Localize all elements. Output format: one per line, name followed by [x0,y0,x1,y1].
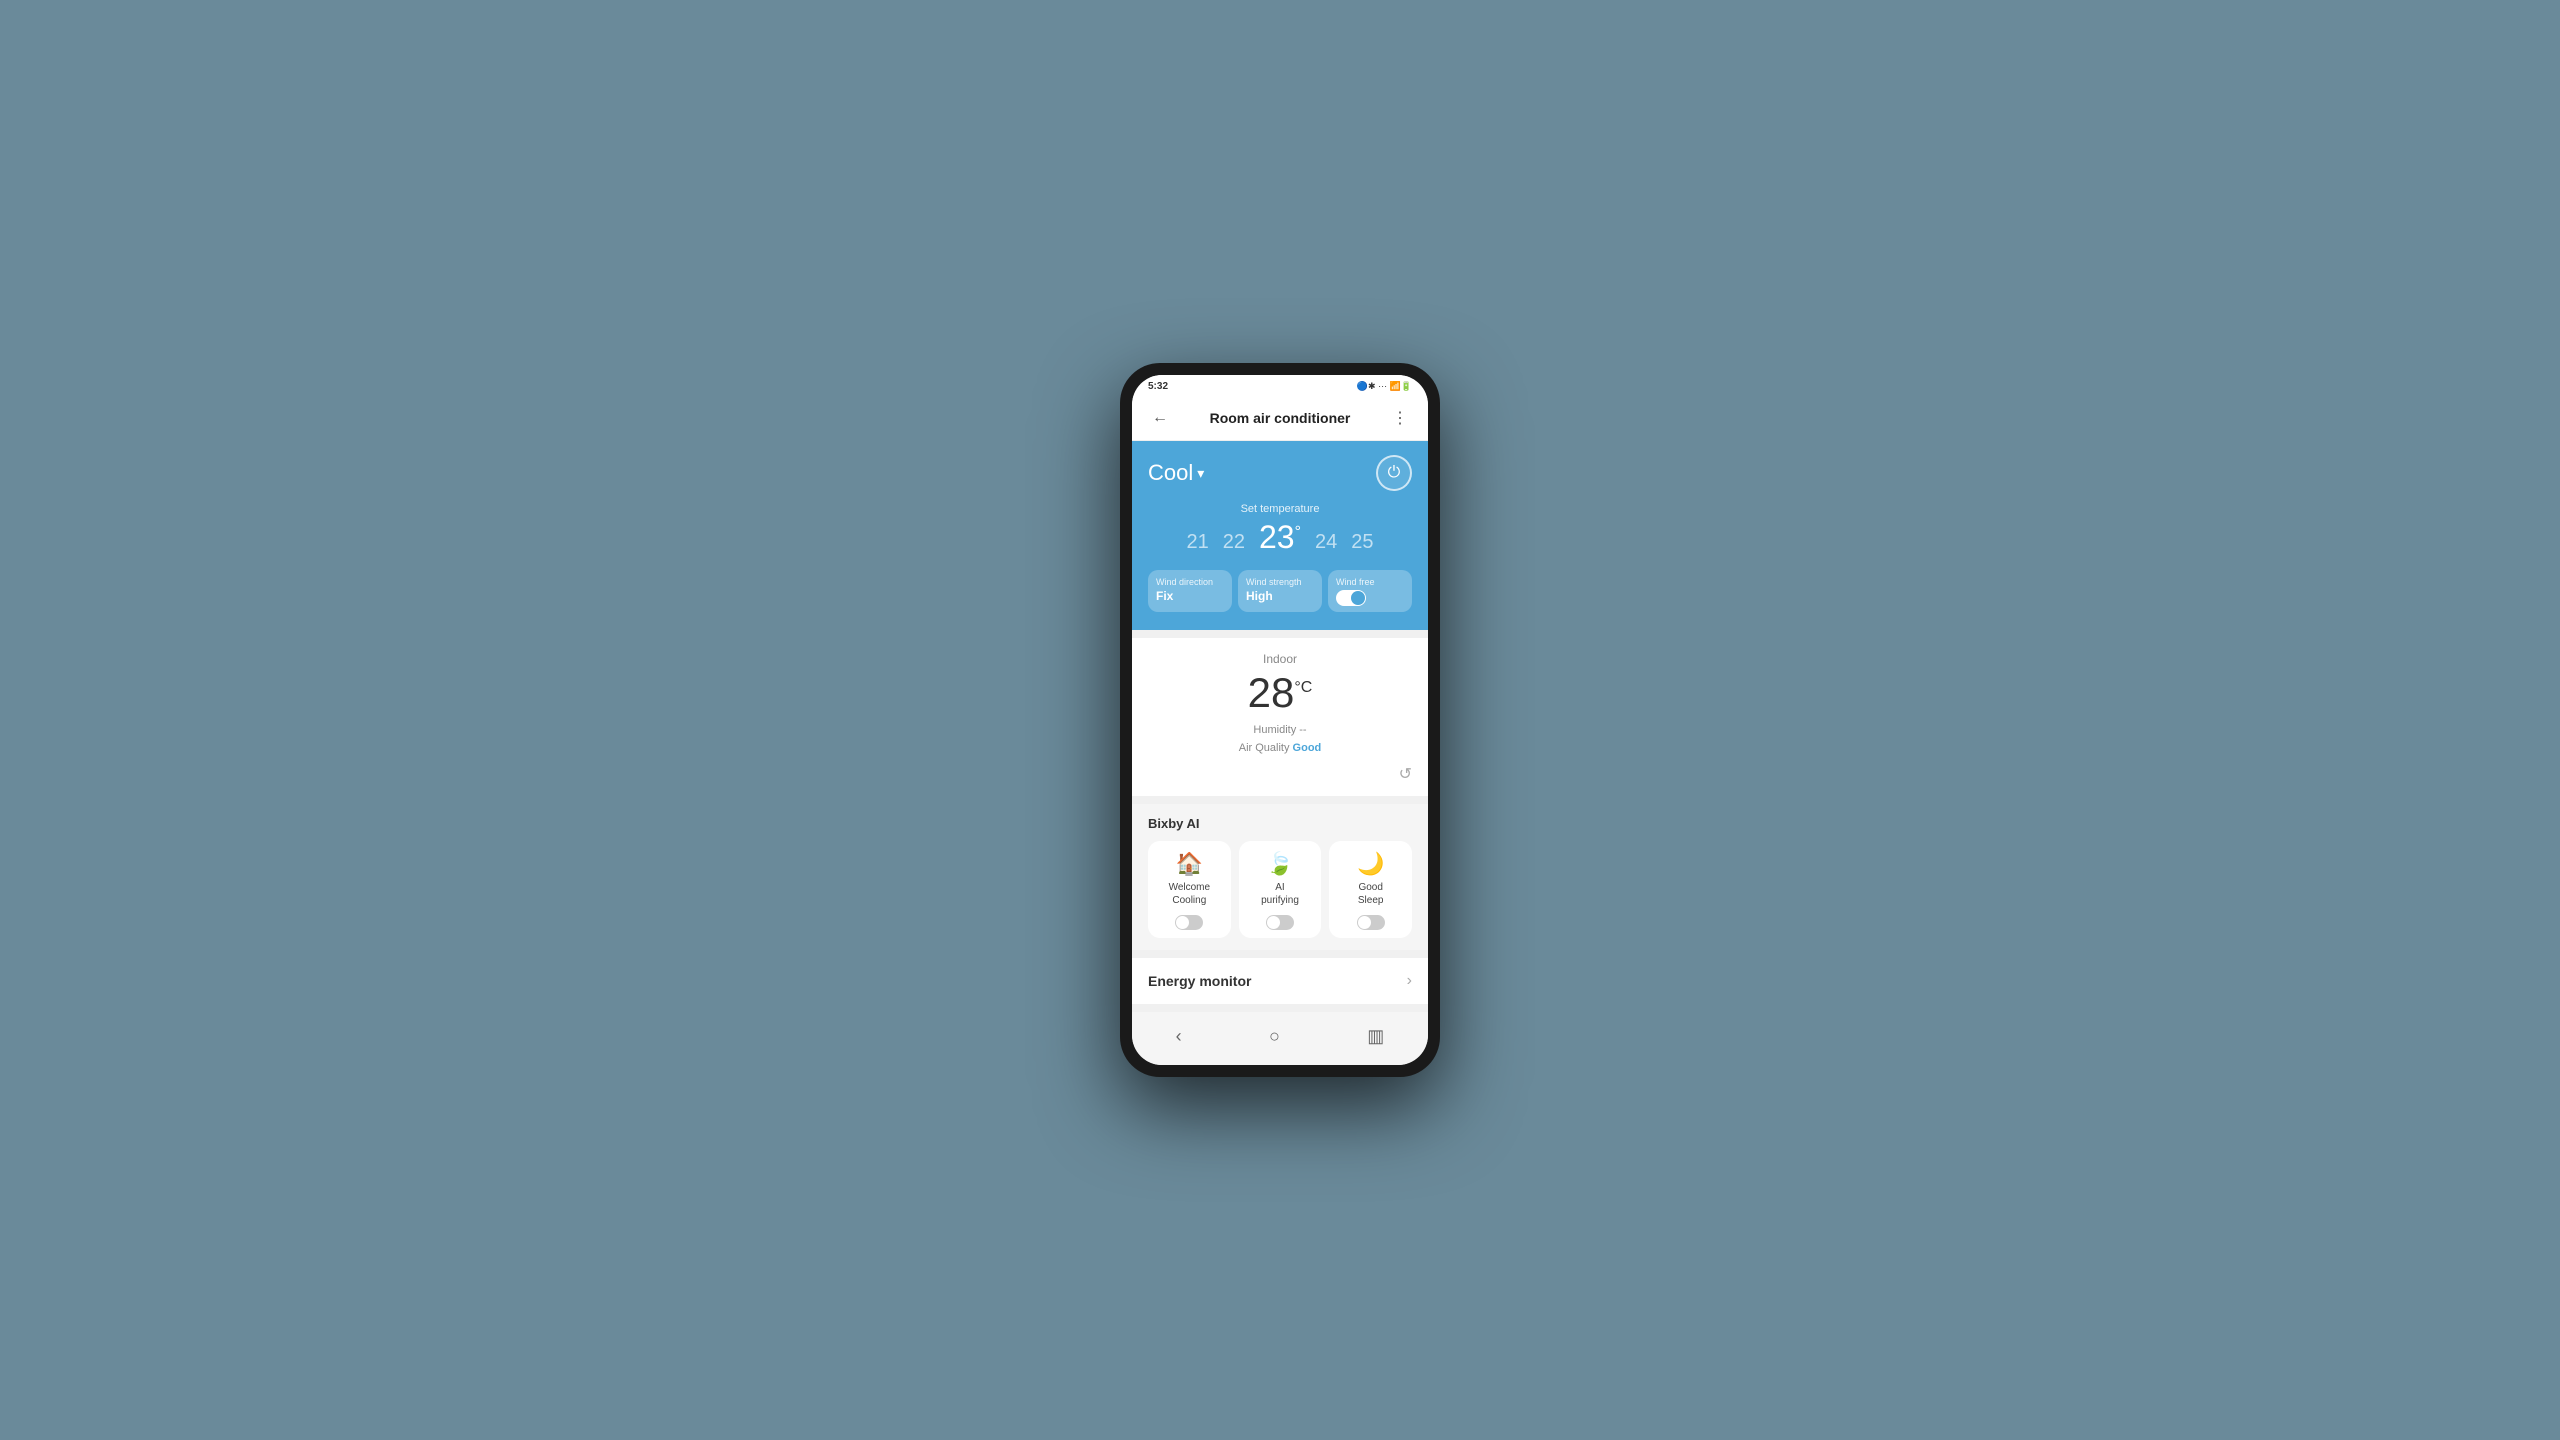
refresh-icon: ↺ [1399,764,1412,784]
bixby-ai-purifying-card[interactable]: 🍃 AIpurifying [1239,841,1322,938]
good-sleep-icon: 🌙 [1357,851,1384,877]
air-quality-value: Good [1293,742,1322,754]
status-icons: 🔵✱ ··· 📶🔋 [1357,381,1412,392]
temp-21[interactable]: 21 [1187,531,1209,554]
good-sleep-toggle[interactable] [1357,915,1385,930]
wind-strength-value: High [1246,589,1314,603]
wind-strength-card[interactable]: Wind strength High [1238,570,1322,612]
refresh-button[interactable]: ↺ [1148,764,1412,784]
ai-purifying-label: AIpurifying [1261,881,1299,907]
energy-monitor-label: Energy monitor [1148,973,1251,989]
nav-home-button[interactable]: ○ [1259,1022,1290,1051]
ai-purifying-icon: 🍃 [1266,851,1293,877]
mode-selector[interactable]: Cool ▾ [1148,460,1204,486]
more-icon: ⋮ [1392,408,1408,428]
temp-25[interactable]: 25 [1351,531,1373,554]
ai-purifying-toggle[interactable] [1266,915,1294,930]
nav-back-button[interactable]: ‹ [1166,1022,1192,1051]
power-icon: ⏻ [1388,464,1401,482]
status-time: 5:32 [1148,381,1168,392]
energy-monitor-section[interactable]: Energy monitor › [1132,958,1428,1004]
mode-dropdown-icon: ▾ [1197,465,1204,482]
temperature-section: Set temperature 21 22 23° 24 25 [1148,503,1412,556]
indoor-temp: 28°C [1148,672,1412,714]
wind-direction-card[interactable]: Wind direction Fix [1148,570,1232,612]
good-sleep-label: GoodSleep [1358,881,1384,907]
indoor-temp-value: 28 [1248,669,1295,716]
bixby-section: Bixby AI 🏠 WelcomeCooling 🍃 AIpurifying [1132,804,1428,950]
temp-row: 21 22 23° 24 25 [1148,519,1412,556]
wind-direction-label: Wind direction [1156,577,1224,587]
degree-symbol: ° [1295,524,1301,541]
nav-back-icon: ‹ [1176,1026,1182,1046]
back-button[interactable]: ← [1146,404,1174,432]
bixby-cards: 🏠 WelcomeCooling 🍃 AIpurifying 🌙 GoodSl [1148,841,1412,938]
indoor-section: Indoor 28°C Humidity -- Air Quality Good… [1132,638,1428,795]
nav-home-icon: ○ [1269,1026,1280,1046]
wind-free-card[interactable]: Wind free [1328,570,1412,612]
phone-shell: 5:32 🔵✱ ··· 📶🔋 ← Room air conditioner ⋮ … [1120,363,1440,1076]
wind-free-toggle[interactable] [1336,590,1366,606]
energy-monitor-arrow-icon: › [1407,972,1412,990]
welcome-cooling-toggle-knob [1176,916,1189,929]
ac-header-top: Cool ▾ ⏻ [1148,455,1412,491]
power-button[interactable]: ⏻ [1376,455,1412,491]
indoor-air-quality: Air Quality Good [1148,740,1412,758]
indoor-temp-unit: °C [1294,679,1312,696]
welcome-cooling-icon: 🏠 [1176,851,1203,877]
wind-controls: Wind direction Fix Wind strength High Wi… [1148,570,1412,612]
nav-recent-icon: ▥ [1367,1026,1384,1046]
bixby-title: Bixby AI [1148,816,1412,831]
wind-direction-value: Fix [1156,589,1224,603]
phone-screen: 5:32 🔵✱ ··· 📶🔋 ← Room air conditioner ⋮ … [1132,375,1428,1064]
nav-recent-button[interactable]: ▥ [1357,1022,1394,1051]
app-title: Room air conditioner [1210,410,1351,426]
wind-free-label: Wind free [1336,577,1404,587]
good-sleep-toggle-knob [1358,916,1371,929]
menu-button[interactable]: ⋮ [1386,404,1414,432]
welcome-cooling-label: WelcomeCooling [1169,881,1211,907]
air-quality-label: Air Quality [1239,742,1290,754]
indoor-humidity: Humidity -- [1148,722,1412,740]
app-bar: ← Room air conditioner ⋮ [1132,396,1428,441]
back-icon: ← [1152,409,1168,427]
mode-label: Cool [1148,460,1193,486]
indoor-details: Humidity -- Air Quality Good [1148,722,1412,757]
wind-free-toggle-container [1336,590,1404,606]
temp-22[interactable]: 22 [1223,531,1245,554]
bixby-good-sleep-card[interactable]: 🌙 GoodSleep [1329,841,1412,938]
status-icon-signals: 🔵✱ ··· 📶🔋 [1357,381,1412,392]
ac-header: Cool ▾ ⏻ Set temperature 21 22 23° 24 25 [1132,441,1428,630]
temp-23-active[interactable]: 23° [1259,519,1301,556]
indoor-title: Indoor [1148,652,1412,666]
wind-free-toggle-knob [1351,591,1365,605]
bixby-welcome-cooling-card[interactable]: 🏠 WelcomeCooling [1148,841,1231,938]
wind-strength-label: Wind strength [1246,577,1314,587]
temp-label: Set temperature [1148,503,1412,515]
status-bar: 5:32 🔵✱ ··· 📶🔋 [1132,375,1428,396]
welcome-cooling-toggle[interactable] [1175,915,1203,930]
bottom-nav: ‹ ○ ▥ [1132,1012,1428,1065]
temp-24[interactable]: 24 [1315,531,1337,554]
ai-purifying-toggle-knob [1267,916,1280,929]
